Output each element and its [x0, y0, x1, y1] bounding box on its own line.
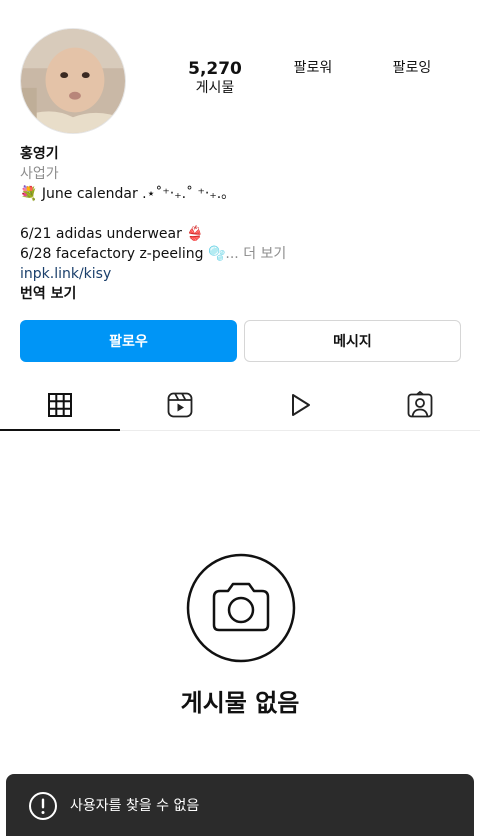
empty-state-title: 게시물 없음: [180, 689, 300, 717]
posts-count-value: 5,270: [188, 59, 242, 79]
bio-line-2: 6/21 adidas underwear 👙: [20, 226, 204, 242]
bio-line-1: 💐 June calendar .⋆˚⁺‧₊.˚ ⁺‧₊.。: [20, 186, 236, 202]
profile-tabs: [0, 380, 480, 431]
error-toast: 사용자를 찾을 수 없음: [6, 774, 474, 836]
following-label[interactable]: 팔로잉: [377, 59, 447, 77]
tab-videos[interactable]: [240, 380, 360, 430]
follow-button[interactable]: 팔로우: [20, 320, 237, 362]
tab-tagged[interactable]: [360, 380, 480, 430]
following-stat[interactable]: 팔로잉: [377, 59, 447, 77]
posts-count-label: 게시물: [195, 80, 235, 96]
baby-photo-avatar: [21, 29, 125, 133]
tab-posts-grid[interactable]: [0, 380, 120, 431]
profile-avatar[interactable]: [20, 28, 126, 134]
toast-message: 사용자를 찾을 수 없음: [70, 798, 200, 814]
camera-icon: [186, 553, 296, 663]
profile-username: 홍영기: [20, 146, 59, 162]
followers-stat[interactable]: 팔로워: [278, 59, 348, 77]
posts-count: 5,270 게시물: [180, 59, 250, 97]
alert-icon: [29, 792, 57, 820]
profile-bio: 홍영기 사업가 💐 June calendar .⋆˚⁺‧₊.˚ ⁺‧₊.。 6…: [20, 144, 460, 304]
followers-label[interactable]: 팔로워: [278, 59, 348, 77]
tab-reels[interactable]: [120, 380, 240, 430]
bio-external-link[interactable]: inpk.link/kisy: [20, 264, 460, 284]
play-icon: [292, 394, 310, 416]
bio-more-link[interactable]: ... 더 보기: [225, 246, 286, 262]
tagged-icon: [407, 391, 433, 418]
message-button[interactable]: 메시지: [244, 320, 461, 362]
grid-icon: [48, 393, 72, 417]
reels-icon: [167, 392, 193, 418]
bio-line-3: 6/28 facefactory z-peeling 🫧... 더 보기: [20, 244, 460, 264]
translate-link[interactable]: 번역 보기: [20, 284, 460, 304]
bio-line-3-text: 6/28 facefactory z-peeling 🫧: [20, 246, 226, 262]
profile-category: 사업가: [20, 166, 59, 182]
